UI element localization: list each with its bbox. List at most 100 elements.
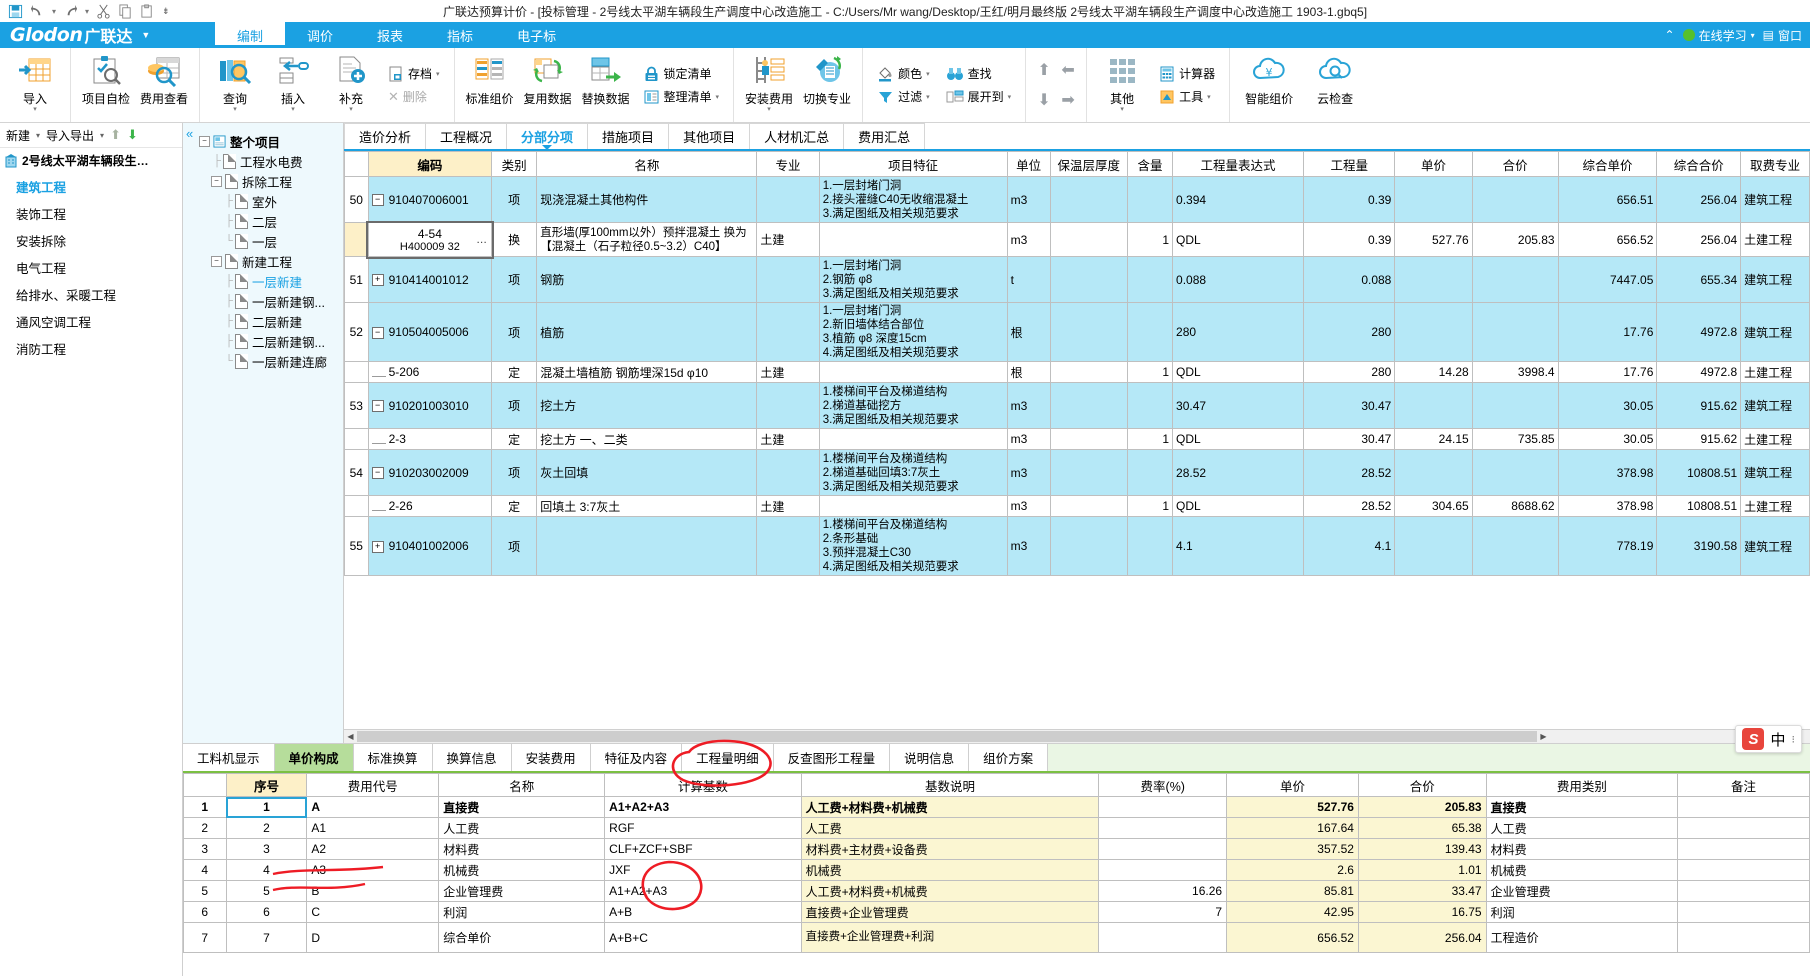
fee-row[interactable]: 5 5 B 企业管理费 A1+A2+A3 人工费+材料费+机械费 16.26 8… xyxy=(183,880,1810,902)
cell-comp-total[interactable]: 256.04 xyxy=(1656,176,1742,223)
fee-cell-price[interactable]: 167.64 xyxy=(1226,817,1359,839)
arrow-right-icon[interactable]: ➡ xyxy=(1061,90,1074,110)
fee-cell-base-desc[interactable]: 人工费+材料费+机械费 xyxy=(800,880,1100,902)
cell-price[interactable]: 527.76 xyxy=(1394,222,1473,257)
cell-name[interactable]: 灰土回填 xyxy=(536,449,758,496)
cell-qty[interactable]: 4.1 xyxy=(1303,516,1396,576)
cell-comp-price[interactable]: 17.76 xyxy=(1557,302,1658,362)
table-row[interactable]: 5-206 定 混凝土墙植筋 钢筋埋深15d φ10 土建 根 1 QDL 28… xyxy=(344,361,1810,383)
fee-cell-name[interactable]: 企业管理费 xyxy=(438,880,606,902)
fee-cell-code[interactable]: A3 xyxy=(306,859,440,881)
online-learning-button[interactable]: 在线学习 ▾ xyxy=(1682,27,1755,44)
fee-cell-code[interactable]: A xyxy=(306,796,440,818)
chevron-double-left-icon[interactable]: « xyxy=(186,126,193,141)
table-row[interactable]: 55 +910401002006 项 1.楼梯间平台及梯道结构 2.条形基础 3… xyxy=(344,516,1810,576)
cell-insulation[interactable] xyxy=(1049,382,1128,429)
cell-unit[interactable]: m3 xyxy=(1006,428,1051,450)
fee-cell-note[interactable] xyxy=(1677,817,1810,839)
fee-cell-total[interactable]: 16.75 xyxy=(1357,901,1487,923)
scroll-right-button[interactable]: ▶ xyxy=(1537,732,1550,741)
cell-comp-price[interactable]: 30.05 xyxy=(1557,428,1658,450)
sidebar-item-dianqi[interactable]: 电气工程 xyxy=(0,254,182,281)
cell-price[interactable] xyxy=(1394,516,1473,576)
install-fee-button[interactable]: 安装费用 ▾ xyxy=(740,48,798,122)
fee-col-mingcheng[interactable]: 名称 xyxy=(438,773,606,797)
row-toggle-icon[interactable]: − xyxy=(371,326,384,339)
fee-row[interactable]: 4 4 A3 机械费 JXF 机械费 2.6 1.01 机械费 xyxy=(183,859,1810,881)
fee-cell-rate[interactable] xyxy=(1098,796,1228,818)
tab-cuoshixiangmu[interactable]: 措施项目 xyxy=(587,123,670,149)
organize-list-button[interactable]: 整理清单 ▾ xyxy=(639,85,724,108)
fee-cell-base[interactable]: A+B xyxy=(604,901,802,923)
fee-cell-price[interactable]: 42.95 xyxy=(1226,901,1359,923)
cell-fee-major[interactable]: 土建工程 xyxy=(1740,495,1810,517)
cell-insulation[interactable] xyxy=(1049,361,1128,383)
find-button[interactable]: 查找 xyxy=(942,62,1016,85)
cell-code[interactable]: −910203002009 xyxy=(367,449,493,496)
tree-node-root[interactable]: − 整个项目 xyxy=(199,131,343,151)
cell-code-editing[interactable]: 4-54 H400009 32 … xyxy=(366,220,494,259)
cell-comp-price[interactable]: 656.51 xyxy=(1557,176,1658,223)
fee-cell-seq[interactable]: 2 xyxy=(225,817,308,839)
fee-cell-rate[interactable] xyxy=(1098,838,1228,860)
cell-qty[interactable]: 280 xyxy=(1303,361,1396,383)
fee-cell-name[interactable]: 直接费 xyxy=(438,796,606,818)
cell-comp-total[interactable]: 4972.8 xyxy=(1656,361,1742,383)
ribbon-tab-zhibiao[interactable]: 指标 xyxy=(425,22,495,48)
fee-cell-name[interactable]: 综合单价 xyxy=(438,922,606,953)
fee-cell-base[interactable]: A+B+C xyxy=(604,922,802,953)
cell-fee-major[interactable]: 土建工程 xyxy=(1740,222,1810,257)
fee-cell-category[interactable]: 直接费 xyxy=(1485,796,1679,818)
fee-cell-rate[interactable] xyxy=(1098,859,1228,881)
row-toggle-icon[interactable]: − xyxy=(371,467,384,480)
fee-cell-seq[interactable]: 1 xyxy=(225,796,308,818)
cell-comp-price[interactable]: 30.05 xyxy=(1557,382,1658,429)
supplement-button[interactable]: 补充 ▾ xyxy=(322,48,380,122)
fee-cell-category[interactable]: 人工费 xyxy=(1485,817,1679,839)
tab-feiyonghuizong[interactable]: 费用汇总 xyxy=(843,123,926,149)
cell-unit[interactable]: 根 xyxy=(1006,302,1051,362)
color-dropdown-caret[interactable]: ▾ xyxy=(926,70,930,78)
cell-kind[interactable]: 项 xyxy=(491,302,538,362)
cell-content[interactable]: 1 xyxy=(1126,495,1174,517)
cell-major[interactable] xyxy=(756,302,820,362)
tab-fenbufenxiang[interactable]: 分部分项 xyxy=(506,123,589,150)
cell-feature[interactable]: 1.一层封堵门洞 2.接头灌缝C40无收缩混凝土 3.满足图纸及相关规范要求 xyxy=(818,176,1008,223)
cell-price[interactable] xyxy=(1394,176,1473,223)
sidebar-item-zhuangshi[interactable]: 装饰工程 xyxy=(0,200,182,227)
cell-comp-total[interactable]: 10808.51 xyxy=(1656,449,1742,496)
cell-code[interactable]: +910414001012 xyxy=(367,256,493,303)
fee-cell-total[interactable]: 205.83 xyxy=(1357,796,1487,818)
fee-cell-name[interactable]: 人工费 xyxy=(438,817,606,839)
cell-insulation[interactable] xyxy=(1049,516,1128,576)
tab-gongliaojixianshi[interactable]: 工料机显示 xyxy=(183,744,275,771)
tree-toggle-icon[interactable]: − xyxy=(211,175,222,187)
sidebar-item-tongfeng[interactable]: 通风空调工程 xyxy=(0,308,182,335)
ribbon-tab-bianzhi[interactable]: 编制 xyxy=(215,22,286,48)
cell-fee-major[interactable]: 建筑工程 xyxy=(1740,302,1810,362)
cell-code[interactable]: −910201003010 xyxy=(367,382,493,429)
col-header-bianma[interactable]: 编码 xyxy=(367,151,493,177)
cell-kind[interactable]: 定 xyxy=(491,428,538,450)
cell-comp-price[interactable]: 17.76 xyxy=(1557,361,1658,383)
fee-cell-base[interactable]: CLF+ZCF+SBF xyxy=(604,838,802,860)
cell-feature[interactable]: 1.楼梯间平台及梯道结构 2.条形基础 3.预拌混凝土C30 4.满足图纸及相关… xyxy=(818,516,1008,576)
tree-node-yicengxinjian[interactable]: ├ 一层新建 xyxy=(199,271,343,291)
cell-name[interactable]: 混凝土墙植筋 钢筋埋深15d φ10 xyxy=(536,361,758,383)
color-button[interactable]: 颜色 ▾ xyxy=(873,62,934,85)
cell-kind[interactable]: 换 xyxy=(491,222,538,257)
cell-unit[interactable]: 根 xyxy=(1006,361,1051,383)
col-header-zongheheji[interactable]: 综合合价 xyxy=(1656,151,1742,177)
cell-comp-total[interactable]: 3190.58 xyxy=(1656,516,1742,576)
cell-comp-price[interactable]: 378.98 xyxy=(1557,449,1658,496)
cell-insulation[interactable] xyxy=(1049,302,1128,362)
cell-insulation[interactable] xyxy=(1049,176,1128,223)
fee-col-beizhu[interactable]: 备注 xyxy=(1677,773,1810,797)
cell-fee-major[interactable]: 建筑工程 xyxy=(1740,516,1810,576)
fee-col-feilv[interactable]: 费率(%) xyxy=(1098,773,1228,797)
cell-expr[interactable]: 0.394 xyxy=(1172,176,1305,223)
tab-anzhuangfeiyong[interactable]: 安装费用 xyxy=(511,744,591,771)
cell-feature[interactable]: 1.一层封堵门洞 2.钢筋 φ8 3.满足图纸及相关规范要求 xyxy=(818,256,1008,303)
cell-expr[interactable]: 28.52 xyxy=(1172,449,1305,496)
fee-cell-price[interactable]: 2.6 xyxy=(1226,859,1359,881)
